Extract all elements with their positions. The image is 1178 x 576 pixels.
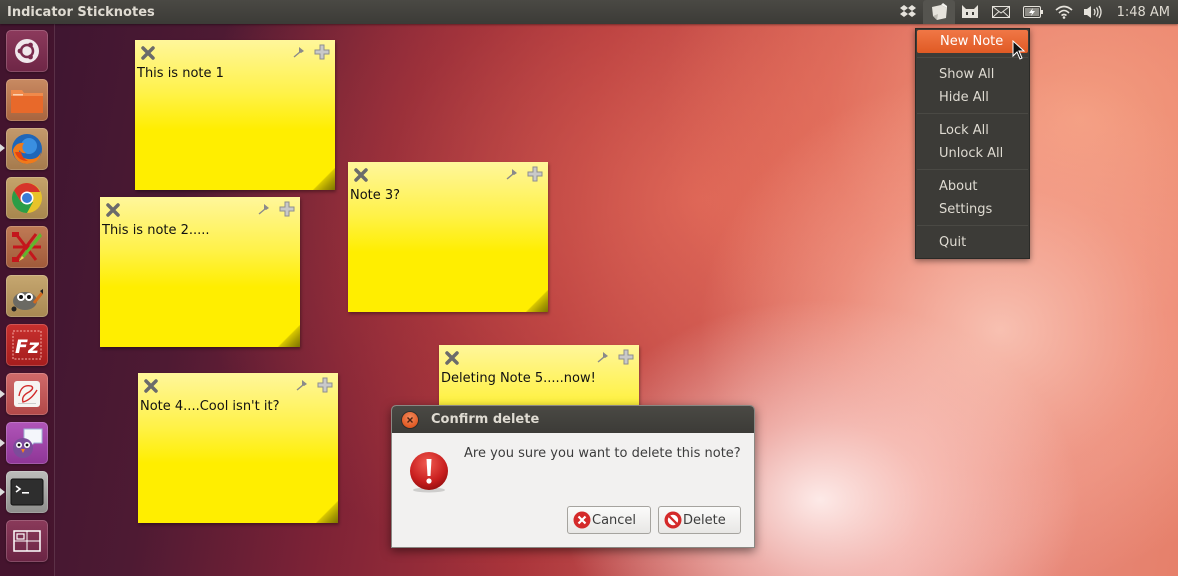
close-note-icon[interactable] <box>445 351 459 365</box>
add-note-icon[interactable] <box>279 201 295 217</box>
launcher-item-gimp[interactable] <box>6 275 48 317</box>
note-text[interactable]: Deleting Note 5.....now! <box>441 371 635 386</box>
menu-separator <box>917 225 1028 226</box>
sticky-note[interactable]: Note 3? <box>348 162 548 312</box>
me-menu-indicator[interactable] <box>955 0 985 24</box>
me-menu-icon <box>961 5 978 18</box>
menu-separator <box>917 113 1028 114</box>
volume-indicator[interactable] <box>1079 0 1107 24</box>
top-panel: Indicator Sticknotes 1:48 AM <box>0 0 1178 24</box>
document-viewer-icon <box>14 381 40 407</box>
pin-icon[interactable] <box>294 378 310 392</box>
launcher-item-workspace-switcher[interactable] <box>6 520 48 562</box>
running-indicator-terminal <box>0 488 5 496</box>
close-note-icon[interactable] <box>106 203 120 217</box>
note-text[interactable]: Note 3? <box>350 188 544 203</box>
wifi-icon <box>1055 5 1073 19</box>
menu-item-settings[interactable]: Settings <box>916 198 1029 221</box>
pidgin-icon <box>13 428 43 458</box>
page-curl <box>313 168 335 190</box>
launcher-item-pidgin[interactable] <box>6 422 48 464</box>
mouse-pointer-icon <box>1012 40 1026 60</box>
sticknotes-menu: New Note Show All Hide All Lock All Unlo… <box>915 28 1030 259</box>
running-indicator-document-viewer <box>0 390 5 398</box>
page-curl <box>526 290 548 312</box>
add-note-icon[interactable] <box>527 166 543 182</box>
menu-separator <box>917 169 1028 170</box>
launcher-item-terminal[interactable] <box>6 471 48 513</box>
sticky-note[interactable]: This is note 1 <box>135 40 335 190</box>
sticknotes-icon <box>931 3 947 20</box>
add-note-icon[interactable] <box>317 377 333 393</box>
launcher-item-document-viewer[interactable] <box>6 373 48 415</box>
wifi-indicator[interactable] <box>1049 0 1079 24</box>
note-text[interactable]: Note 4....Cool isn't it? <box>140 399 334 414</box>
workspace-switcher-icon <box>13 530 41 552</box>
ubuntu-logo-icon <box>15 39 39 63</box>
cancel-button[interactable]: Cancel <box>567 506 651 534</box>
dialog-title: Confirm delete <box>431 412 540 427</box>
menu-item-lock-all[interactable]: Lock All <box>916 119 1029 142</box>
battery-indicator[interactable] <box>1017 0 1049 24</box>
confirm-delete-dialog: Confirm delete Are you sure you want to … <box>391 405 755 548</box>
app-title: Indicator Sticknotes <box>7 4 155 20</box>
dialog-message: Are you sure you want to delete this not… <box>464 446 741 461</box>
warning-icon <box>410 452 448 493</box>
chrome-icon <box>11 183 42 213</box>
close-note-icon[interactable] <box>354 168 368 182</box>
terminal-icon <box>10 478 44 506</box>
pin-icon[interactable] <box>291 45 307 59</box>
close-icon <box>407 416 413 423</box>
running-indicator-firefox <box>0 144 5 152</box>
add-note-icon[interactable] <box>314 44 330 60</box>
pin-icon[interactable] <box>504 167 520 181</box>
cancel-icon <box>573 511 591 529</box>
dropbox-indicator[interactable] <box>893 0 923 24</box>
launcher-item-firefox[interactable] <box>6 128 48 170</box>
sticknotes-indicator[interactable] <box>922 0 955 24</box>
page-curl <box>278 325 300 347</box>
sticky-note[interactable]: This is note 2..... <box>100 197 300 347</box>
volume-icon <box>1083 5 1102 19</box>
add-note-icon[interactable] <box>618 349 634 365</box>
close-note-icon[interactable] <box>141 46 155 60</box>
mail-indicator[interactable] <box>985 0 1017 24</box>
note-text[interactable]: This is note 2..... <box>102 223 296 238</box>
page-curl <box>316 501 338 523</box>
delete-button[interactable]: Delete <box>658 506 741 534</box>
close-note-icon[interactable] <box>144 379 158 393</box>
dropbox-icon <box>899 5 916 17</box>
mail-icon <box>991 6 1010 18</box>
launcher-item-ubuntu-dash[interactable] <box>6 30 48 72</box>
indicator-area: 1:48 AM <box>893 0 1178 24</box>
folder-icon <box>11 90 43 113</box>
clock[interactable]: 1:48 AM <box>1107 0 1178 24</box>
battery-icon <box>1022 6 1043 18</box>
menu-item-about[interactable]: About <box>916 175 1029 198</box>
menu-item-show-all[interactable]: Show All <box>916 63 1029 86</box>
pin-icon[interactable] <box>256 202 272 216</box>
launcher: Fz <box>0 24 55 576</box>
launcher-item-filezilla[interactable]: Fz <box>6 324 48 366</box>
delete-prohibited-icon <box>664 511 682 529</box>
launcher-item-xmind[interactable] <box>6 226 48 268</box>
mindmap-pen-icon <box>12 232 42 262</box>
sticky-note[interactable]: Note 4....Cool isn't it? <box>138 373 338 523</box>
gimp-icon <box>11 289 44 312</box>
menu-item-quit[interactable]: Quit <box>916 231 1029 254</box>
firefox-icon <box>12 134 42 164</box>
delete-label: Delete <box>683 512 726 528</box>
svg-text:Fz: Fz <box>15 336 40 358</box>
note-text[interactable]: This is note 1 <box>137 66 331 81</box>
running-indicator-pidgin <box>0 439 5 447</box>
filezilla-icon: Fz <box>12 330 42 360</box>
dialog-titlebar[interactable]: Confirm delete <box>392 406 754 433</box>
menu-item-hide-all[interactable]: Hide All <box>916 86 1029 109</box>
menu-item-unlock-all[interactable]: Unlock All <box>916 142 1029 165</box>
launcher-item-chrome[interactable] <box>6 177 48 219</box>
pin-icon[interactable] <box>595 350 611 364</box>
launcher-item-files[interactable] <box>6 79 48 121</box>
dialog-close-button[interactable] <box>402 411 418 428</box>
cancel-label: Cancel <box>592 512 637 528</box>
